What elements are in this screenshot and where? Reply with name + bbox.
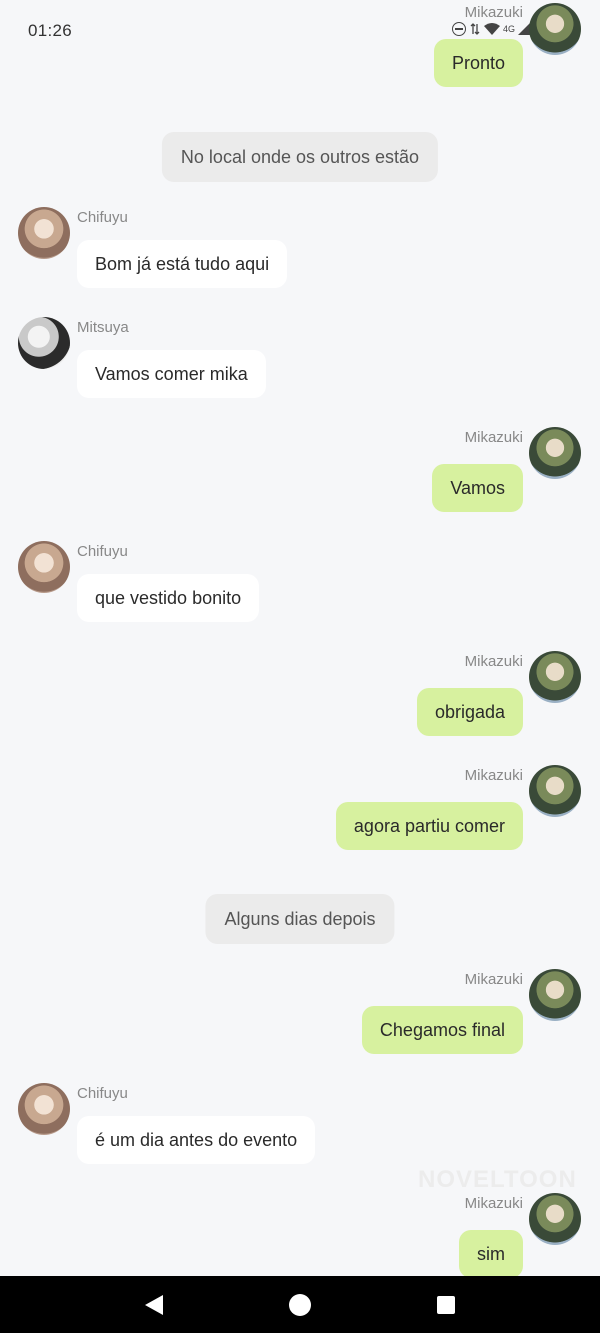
mikazuki-avatar[interactable] — [529, 1193, 581, 1245]
recents-icon[interactable] — [437, 1296, 455, 1314]
speaker-name: Chifuyu — [77, 209, 128, 226]
message-bubble: Chegamos final — [361, 1006, 523, 1054]
mikazuki-avatar[interactable] — [529, 427, 581, 479]
mikazuki-avatar[interactable] — [529, 651, 581, 703]
narration-box: No local onde os outros estão — [161, 132, 439, 182]
speaker-name: Chifuyu — [77, 543, 128, 560]
mikazuki-avatar[interactable] — [529, 3, 581, 55]
system-navigation-bar — [0, 1276, 600, 1333]
speaker-name: Mikazuki — [464, 429, 523, 446]
watermark: NOVELTOON — [418, 1166, 577, 1193]
speaker-name: Mikazuki — [464, 653, 523, 670]
speaker-name: Mitsuya — [77, 319, 129, 336]
message-bubble: sim — [459, 1230, 523, 1278]
message-bubble: Bom já está tudo aqui — [77, 240, 288, 288]
message-bubble: Vamos — [432, 464, 523, 512]
status-time: 01:26 — [28, 21, 73, 40]
status-icons: 4G — [452, 22, 531, 36]
network-type: 4G — [503, 24, 516, 34]
home-icon[interactable] — [289, 1294, 311, 1316]
speaker-name: Mikazuki — [464, 971, 523, 988]
chifuyu-avatar[interactable] — [18, 541, 70, 593]
chifuyu-avatar[interactable] — [18, 207, 70, 259]
do-not-disturb-icon — [452, 22, 466, 36]
message-bubble: Pronto — [433, 39, 523, 87]
speaker-name: Mikazuki — [464, 4, 523, 21]
message-bubble: que vestido bonito — [77, 574, 260, 622]
message-bubble: Vamos comer mika — [77, 350, 266, 398]
narration-box: Alguns dias depois — [205, 894, 395, 944]
speaker-name: Mikazuki — [464, 767, 523, 784]
data-arrows-icon — [470, 23, 480, 35]
speaker-name: Chifuyu — [77, 1085, 128, 1102]
mikazuki-avatar[interactable] — [529, 765, 581, 817]
message-bubble: agora partiu comer — [335, 802, 523, 850]
mitsuya-avatar[interactable] — [18, 317, 70, 369]
mikazuki-avatar[interactable] — [529, 969, 581, 1021]
message-bubble: é um dia antes do evento — [77, 1116, 316, 1164]
chifuyu-avatar[interactable] — [18, 1083, 70, 1135]
message-bubble: obrigada — [416, 688, 523, 736]
speaker-name: Mikazuki — [464, 1195, 523, 1212]
wifi-icon — [484, 23, 500, 35]
back-icon[interactable] — [145, 1295, 163, 1315]
